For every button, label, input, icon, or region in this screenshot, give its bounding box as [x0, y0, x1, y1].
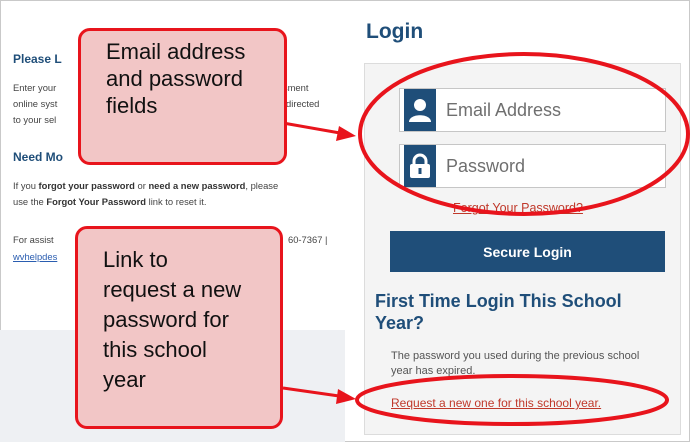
fields-callout-line-2: and password: [106, 66, 243, 91]
request-callout-line-3: password for: [103, 307, 229, 332]
login-title: Login: [366, 20, 424, 43]
email-field[interactable]: Email Address: [399, 88, 666, 132]
helpdesk-link[interactable]: wvhelpdes: [13, 249, 57, 265]
intro-paragraph: Enter your online syst to your sel: [13, 80, 57, 128]
request-callout-line-2: request a new: [103, 277, 242, 302]
assistance-phone: 60-7367 |: [288, 234, 328, 245]
user-icon: [404, 89, 436, 131]
password-placeholder: Password: [446, 155, 526, 176]
fields-callout: Email address and password fields: [78, 28, 287, 165]
need-more-heading: Need Mo: [13, 150, 64, 164]
instructions-line-1: If you forgot your password or need a ne…: [13, 180, 279, 191]
forgot-instructions: If you forgot your password or need a ne…: [13, 178, 348, 210]
request-callout-line-1: Link to: [103, 247, 168, 272]
intro-line-3: to your sel: [13, 114, 57, 125]
fields-callout-line-3: fields: [106, 93, 158, 118]
please-heading: Please L: [13, 52, 62, 66]
assistance-text: For assist: [13, 234, 54, 245]
email-placeholder: Email Address: [446, 99, 562, 120]
request-callout-line-4: this school: [103, 337, 207, 362]
intro-line-2: online syst: [13, 98, 58, 109]
request-new-password-link[interactable]: Request a new one for this school year.: [391, 396, 601, 410]
helpdesk-link-text[interactable]: wvhelpdes: [13, 251, 57, 262]
fields-callout-line-1: Email address: [106, 39, 246, 64]
first-time-login-heading: First Time Login This School Year?: [375, 291, 622, 333]
secure-login-button[interactable]: Secure Login: [390, 231, 665, 272]
instructions-line-2: use the Forgot Your Password link to res…: [13, 196, 207, 207]
forgot-password-link[interactable]: Forgot Your Password?: [453, 201, 583, 215]
password-field[interactable]: Password: [399, 144, 666, 188]
intro-line-1: Enter your: [13, 82, 57, 93]
expired-password-text: The password you used during the previou…: [391, 350, 640, 377]
request-callout-line-5: year: [103, 367, 146, 392]
request-link-callout: Link to request a new password for this …: [75, 226, 283, 429]
lock-icon: [404, 145, 436, 187]
